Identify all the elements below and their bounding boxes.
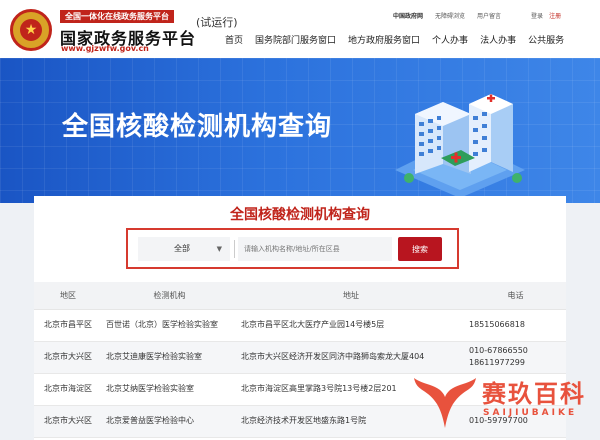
nav-home[interactable]: 首页 [225, 33, 243, 46]
national-emblem-icon: ★ [10, 9, 52, 51]
hero-title: 全国核酸检测机构查询 [62, 112, 333, 142]
trial-label: (试运行) [196, 16, 238, 29]
nav-local-gov[interactable]: 地方政府服务窗口 [348, 33, 420, 46]
nav-corporate[interactable]: 法人办事 [480, 33, 516, 46]
watermark: 赛玖百科 SAIJIUBAIKE [408, 364, 600, 440]
col-org-header: 检测机构 [102, 282, 237, 310]
col-region-header: 地区 [34, 282, 102, 310]
watermark-text: 赛玖百科 [482, 380, 586, 408]
nav-public-service[interactable]: 公共服务 [528, 33, 564, 46]
site-header: ★ 全国一体化在线政务服务平台 国家政务服务平台 www.gjzwfw.gov.… [0, 0, 600, 58]
cell-phone: 18515066818 [465, 309, 566, 342]
gov-site-link[interactable]: 中国政府网 [393, 11, 423, 20]
whale-tail-logo-icon [414, 378, 476, 428]
search-button[interactable]: 搜索 [398, 237, 442, 261]
table-header-row: 地区 检测机构 地址 电话 [34, 282, 566, 310]
region-select-value: 全部 [174, 244, 190, 253]
nav-state-council[interactable]: 国务院部门服务窗口 [255, 33, 336, 46]
col-address-header: 地址 [237, 282, 465, 310]
cell-org: 北京爱普益医学检验中心 [102, 405, 237, 438]
chevron-down-icon: ▼ [216, 245, 222, 253]
platform-tag: 全国一体化在线政务服务平台 [60, 10, 174, 23]
cell-org: 北京艾纳医学检验实验室 [102, 373, 237, 406]
panel-title: 全国核酸检测机构查询 [230, 207, 370, 223]
hero-banner: 全国核酸检测机构查询 [0, 58, 600, 203]
cell-region: 北京市大兴区 [34, 405, 102, 438]
cell-region: 北京市大兴区 [34, 341, 102, 374]
watermark-subtext: SAIJIUBAIKE [483, 408, 578, 418]
site-url: www.gjzwfw.gov.cn [61, 44, 149, 53]
feedback-link[interactable]: 用户留言 [477, 11, 501, 20]
top-links: 中国政府网 无障碍浏览 用户留言 登录 注册 [393, 11, 573, 20]
table-row[interactable]: 北京市昌平区 百世诺（北京）医学检验实验室 北京市昌平区北大医疗产业园14号楼5… [34, 309, 566, 342]
cell-address: 北京市昌平区北大医疗产业园14号楼5层 [237, 309, 465, 342]
hospital-illustration-icon [395, 94, 525, 198]
main-nav: 首页 国务院部门服务窗口 地方政府服务窗口 个人办事 法人办事 公共服务 [225, 33, 576, 46]
col-phone-header: 电话 [465, 282, 566, 310]
cell-region: 北京市海淀区 [34, 373, 102, 406]
divider [234, 240, 235, 258]
cell-org: 百世诺（北京）医学检验实验室 [102, 309, 237, 342]
cell-region: 北京市昌平区 [34, 309, 102, 342]
nav-personal[interactable]: 个人办事 [432, 33, 468, 46]
search-box: 全部 ▼ 搜索 [126, 228, 459, 269]
register-link[interactable]: 注册 [549, 11, 561, 20]
accessibility-link[interactable]: 无障碍浏览 [435, 11, 465, 20]
login-link[interactable]: 登录 [531, 11, 543, 20]
search-input[interactable] [238, 237, 392, 261]
cell-org: 北京艾迪康医学检验实验室 [102, 341, 237, 374]
region-select[interactable]: 全部 ▼ [138, 237, 230, 261]
